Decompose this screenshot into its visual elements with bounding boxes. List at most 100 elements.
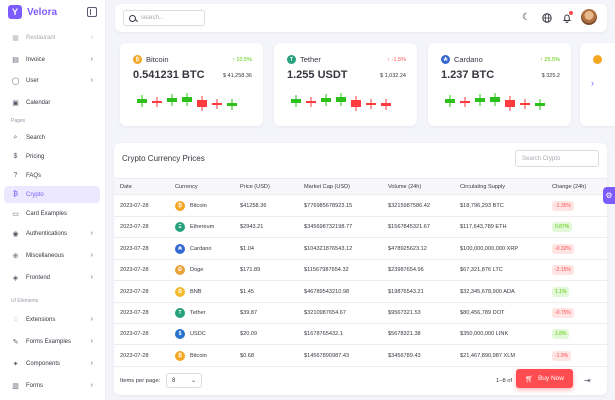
coin-name: Bitcoin <box>146 55 169 64</box>
cell-volume: $3215987586.42 <box>388 203 430 209</box>
section-pages: Pages <box>11 118 26 124</box>
sidebar-item-authentications[interactable]: ◉ Authentications › <box>4 225 100 242</box>
coin-head: T Tether <box>287 55 321 64</box>
notification-dot <box>569 11 573 15</box>
col-supply[interactable]: Circulating Supply <box>460 184 505 190</box>
sidebar-item-extensions[interactable]: ◌ Extensions › <box>4 311 100 328</box>
coin-amount: 1.237 BTC <box>441 69 495 81</box>
sidebar-item-frontend[interactable]: ◈ Frontend › <box>4 269 100 286</box>
cell-market-cap: $46789543210.98 <box>304 288 350 295</box>
user-icon: ◯ <box>11 77 20 85</box>
candle-body <box>291 99 301 103</box>
coin-price: $ 325.2 <box>541 73 560 79</box>
coin-card[interactable]: ₳ Cardano ↑ 25.5% 1.237 BTC $ 325.2 <box>428 43 571 126</box>
chevron-right-icon: › <box>90 34 93 41</box>
last-page-icon[interactable]: ⇥ <box>584 376 591 385</box>
sidebar-item-forms-examples[interactable]: ✎ Forms Examples › <box>4 333 100 350</box>
candle-body <box>475 98 485 102</box>
cell-market-cap: $14567890987.43 <box>304 352 350 359</box>
sidebar-item-search[interactable]: ⌕ Search <box>4 129 100 146</box>
sidebar-item-invoice[interactable]: ▤ Invoice › <box>4 51 100 68</box>
coin-icon: ₿ <box>133 55 142 64</box>
candle-body <box>197 100 207 107</box>
col-date[interactable]: Date <box>120 184 132 190</box>
card-icon: ▭ <box>12 210 19 218</box>
cell-price: $1.04 <box>240 245 254 252</box>
coin-amount: 1.255 USDT <box>287 69 348 81</box>
cell-currency: BNB <box>190 288 202 295</box>
coin-card[interactable]: T Tether ↑ -1.5% 1.255 USDT $ 1,032.24 <box>274 43 417 126</box>
globe-icon[interactable] <box>541 12 552 23</box>
table-row[interactable]: 2023-07-28 ₿ Bitcoin $41258.36 $776985678923… <box>114 196 607 217</box>
crypto-search-input[interactable]: Search Crypto <box>515 150 599 167</box>
cell-currency: Cardano <box>190 245 212 252</box>
col-currency[interactable]: Currency <box>175 184 198 190</box>
avatar[interactable] <box>581 9 597 25</box>
candle-body <box>227 103 237 106</box>
items-per-page-label: Items per page: <box>120 378 161 384</box>
sidebar-item-user[interactable]: ◯ User › <box>4 72 100 89</box>
cell-date: 2023-07-28 <box>120 224 149 231</box>
table-row[interactable]: 2023-07-28 Ξ Ethereum $2943.21 $345698732198… <box>114 217 607 239</box>
items-per-page-select[interactable]: 8 ⌄ <box>166 373 202 388</box>
brand-logo: Y <box>8 5 22 19</box>
col-price[interactable]: Price (USD) <box>240 184 270 190</box>
currency-icon: T <box>175 308 185 318</box>
cell-currency: Tether <box>190 310 206 316</box>
table-row[interactable]: 2023-07-28 B BNB $1.45 $46789543210.98 $19876… <box>114 282 607 303</box>
buy-now-button[interactable]: 🛒︎ Buy Now <box>516 369 573 388</box>
col-volume[interactable]: Volume (24h) <box>388 184 421 190</box>
currency-icon: B <box>175 286 185 297</box>
building-icon: ▦ <box>12 34 19 42</box>
search-icon: ⌕ <box>13 133 18 141</box>
chevron-down-icon: ⌄ <box>190 378 196 384</box>
section-ui-elements: UI Elements <box>11 298 39 304</box>
coin-card[interactable]: ₿ Bitcoin ↑ 10.5% 0.541231 BTC $ 41,258.36 <box>120 43 263 126</box>
sidebar-item-faqs[interactable]: ? FAQs <box>4 167 100 184</box>
table-row[interactable]: 2023-07-28 T Tether $39.87 $3210987654.67 $95… <box>114 303 607 324</box>
table-row[interactable]: 2023-07-28 ₿ Bitcoin $0.68 $14567890987.43 $3… <box>114 346 607 367</box>
table-row[interactable]: 2023-07-28 Ð Doge $171.89 $11567987654.32 $23… <box>114 260 607 282</box>
carousel-next-icon[interactable]: › <box>591 78 594 88</box>
sidebar-item-forms[interactable]: ▥ Forms › <box>4 377 100 394</box>
sidebar-collapse-icon[interactable] <box>87 7 97 17</box>
coin-icon <box>593 55 602 64</box>
sidebar-item-miscellaneous[interactable]: ⊕ Miscellaneous › <box>4 247 100 264</box>
change-badge: -1.9% <box>552 350 572 361</box>
sidebar-item-crypto[interactable]: ₿ Crypto <box>4 186 100 203</box>
search-icon <box>129 14 136 22</box>
col-change[interactable]: Change (24h) <box>552 184 586 190</box>
chevron-right-icon: › <box>90 316 93 323</box>
sidebar-item-pricing[interactable]: $ Pricing <box>4 148 100 165</box>
candle-body <box>366 103 376 105</box>
cell-supply: $350,000,000 LINK <box>460 331 509 338</box>
sidebar-item-restaurant[interactable]: ▦ Restaurant › <box>4 29 100 46</box>
sidebar-item-components[interactable]: ✦ Components › <box>4 355 100 372</box>
search-input[interactable]: search... <box>123 10 205 26</box>
settings-gear-icon[interactable]: ⚙ <box>603 187 615 204</box>
search-placeholder: search... <box>141 15 165 21</box>
table-row[interactable]: 2023-07-28 $ USDC $20.09 $1678765432.1 $56783… <box>114 324 607 346</box>
sidebar-item-label: Restaurant <box>26 34 56 41</box>
col-market-cap[interactable]: Market Cap (USD) <box>304 184 350 190</box>
cell-volume: $19876543.21 <box>388 288 424 295</box>
table-title: Crypto Currency Prices <box>122 154 205 163</box>
cell-date: 2023-07-28 <box>120 310 149 316</box>
bell-icon[interactable] <box>561 11 573 23</box>
items-per-page-value: 8 <box>172 377 176 384</box>
coin-name: Cardano <box>454 55 483 64</box>
moon-icon[interactable]: ☾ <box>521 12 532 23</box>
sidebar-item-label: User <box>26 77 39 84</box>
table-row[interactable]: 2023-07-28 ₳ Cardano $1.04 $104321876543.12 $… <box>114 239 607 260</box>
coin-icon: T <box>287 55 296 64</box>
candlestick-chart <box>137 93 237 111</box>
currency-icon: Ξ <box>175 222 185 233</box>
sidebar-item-calendar[interactable]: ▣ Calendar <box>4 94 100 111</box>
grid-icon: ◈ <box>12 274 19 282</box>
cell-price: $1.45 <box>240 288 254 295</box>
cell-supply: $80,456,789 DOT <box>460 310 505 316</box>
coin-change: ↑ 10.5% <box>232 57 252 63</box>
sidebar-item-card-examples[interactable]: ▭ Card Examples <box>4 205 100 222</box>
cell-date: 2023-07-28 <box>120 352 149 359</box>
cell-price: $171.89 <box>240 267 261 274</box>
